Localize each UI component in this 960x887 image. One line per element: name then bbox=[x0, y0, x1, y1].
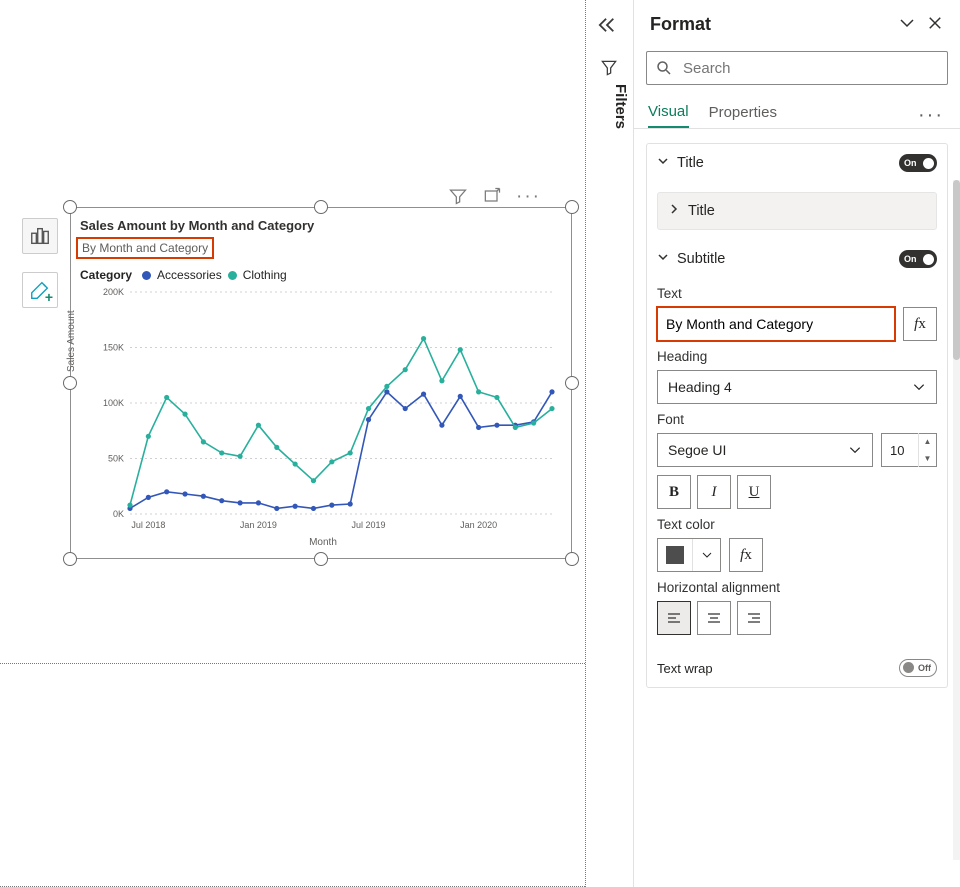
svg-text:Jul 2019: Jul 2019 bbox=[352, 520, 386, 530]
resize-handle[interactable] bbox=[314, 552, 328, 566]
line-chart-plot: 0K 50K 100K 150K 200K Jul 2018 Jan 2019 Jul 201… bbox=[84, 286, 562, 544]
svg-text:100K: 100K bbox=[103, 398, 124, 408]
heading-select[interactable]: Heading 4 bbox=[657, 370, 937, 404]
svg-text:Jan 2020: Jan 2020 bbox=[460, 520, 497, 530]
filters-label[interactable]: Filters bbox=[612, 84, 629, 129]
search-input[interactable] bbox=[681, 59, 939, 78]
search-icon bbox=[655, 59, 673, 77]
focus-mode-icon[interactable] bbox=[482, 186, 502, 209]
color-swatch bbox=[666, 546, 684, 564]
legend-swatch-accessories bbox=[142, 271, 151, 280]
chevron-down-icon bbox=[848, 443, 862, 457]
heading-field-label: Heading bbox=[657, 349, 937, 364]
funnel-icon[interactable] bbox=[599, 58, 619, 81]
x-axis-label: Month bbox=[309, 537, 337, 548]
title-inner-card: Title bbox=[657, 192, 937, 230]
report-canvas[interactable]: + ··· Sales Amount by Month and Category… bbox=[0, 0, 585, 887]
resize-handle[interactable] bbox=[565, 376, 579, 390]
text-color-select[interactable] bbox=[657, 538, 721, 572]
visual-mode-toolbar: + bbox=[22, 218, 60, 326]
svg-text:50K: 50K bbox=[108, 454, 124, 464]
divider bbox=[634, 128, 960, 129]
title-inner-header[interactable]: Title bbox=[658, 193, 936, 229]
text-color-label: Text color bbox=[657, 517, 937, 532]
decrement-icon[interactable]: ▼ bbox=[919, 450, 936, 467]
close-pane-icon[interactable] bbox=[926, 14, 944, 35]
chart-title: Sales Amount by Month and Category bbox=[80, 218, 314, 233]
svg-text:0K: 0K bbox=[113, 509, 124, 519]
resize-handle[interactable] bbox=[63, 376, 77, 390]
chart-legend: Category Accessories Clothing bbox=[80, 268, 287, 282]
visual-fields-button[interactable] bbox=[22, 218, 58, 254]
text-wrap-toggle[interactable]: Off bbox=[899, 659, 937, 677]
scrollbar-thumb[interactable] bbox=[953, 180, 960, 360]
alignment-label: Horizontal alignment bbox=[657, 580, 937, 595]
chart-subtitle-highlight: By Month and Category bbox=[76, 237, 214, 259]
legend-item-clothing: Clothing bbox=[243, 268, 287, 282]
subtitle-toggle[interactable]: On bbox=[899, 250, 937, 268]
filter-icon[interactable] bbox=[448, 186, 468, 209]
legend-title: Category bbox=[80, 268, 132, 282]
underline-button[interactable]: U bbox=[737, 475, 771, 509]
legend-swatch-clothing bbox=[228, 271, 237, 280]
chart-subtitle: By Month and Category bbox=[82, 241, 208, 255]
fx-button[interactable]: fx bbox=[729, 538, 763, 572]
resize-handle[interactable] bbox=[565, 200, 579, 214]
format-search-box[interactable] bbox=[646, 51, 948, 85]
font-size-input[interactable]: 10 ▲▼ bbox=[881, 433, 937, 467]
tab-properties[interactable]: Properties bbox=[709, 104, 777, 127]
chevron-right-icon bbox=[668, 203, 682, 219]
text-field-label: Text bbox=[657, 286, 937, 301]
tab-visual[interactable]: Visual bbox=[648, 103, 689, 128]
increment-icon[interactable]: ▲ bbox=[919, 433, 936, 450]
format-tabs: Visual Properties ··· bbox=[646, 103, 948, 128]
expand-pane-icon[interactable] bbox=[898, 14, 916, 35]
italic-button[interactable]: I bbox=[697, 475, 731, 509]
title-inner-label: Title bbox=[688, 203, 715, 219]
y-axis-label: Sales Amount bbox=[66, 310, 77, 372]
align-left-button[interactable] bbox=[657, 601, 691, 635]
fx-button[interactable]: fx bbox=[903, 307, 937, 341]
visual-format-button[interactable]: + bbox=[22, 272, 58, 308]
more-options-icon[interactable]: ··· bbox=[516, 186, 541, 209]
pane-title: Format bbox=[650, 14, 711, 35]
svg-text:150K: 150K bbox=[103, 343, 124, 353]
subtitle-text-input[interactable] bbox=[657, 307, 895, 341]
title-toggle[interactable]: On bbox=[899, 154, 937, 172]
title-card: Title On Title Subtitle bbox=[646, 143, 948, 688]
legend-item-accessories: Accessories bbox=[157, 268, 222, 282]
resize-handle[interactable] bbox=[314, 200, 328, 214]
resize-handle[interactable] bbox=[63, 200, 77, 214]
svg-text:Jan 2019: Jan 2019 bbox=[240, 520, 277, 530]
resize-handle[interactable] bbox=[63, 552, 77, 566]
title-card-label: Title bbox=[677, 155, 704, 171]
svg-text:Jul 2018: Jul 2018 bbox=[131, 520, 165, 530]
align-center-button[interactable] bbox=[697, 601, 731, 635]
format-pane: Format Visual Properties ··· Title On bbox=[633, 0, 960, 887]
tabs-more-icon[interactable]: ··· bbox=[918, 104, 948, 127]
font-field-label: Font bbox=[657, 412, 937, 427]
title-card-header[interactable]: Title On bbox=[647, 144, 947, 182]
chevron-down-icon bbox=[657, 155, 671, 171]
font-family-select[interactable]: Segoe UI bbox=[657, 433, 873, 467]
align-right-button[interactable] bbox=[737, 601, 771, 635]
subtitle-header[interactable]: Subtitle On bbox=[657, 240, 937, 278]
collapse-chevrons-icon[interactable] bbox=[596, 16, 618, 40]
text-wrap-label: Text wrap bbox=[657, 661, 713, 676]
svg-text:200K: 200K bbox=[103, 287, 124, 297]
chevron-down-icon bbox=[657, 251, 671, 267]
bold-button[interactable]: B bbox=[657, 475, 691, 509]
chevron-down-icon[interactable] bbox=[692, 539, 720, 571]
canvas-splitter[interactable] bbox=[0, 663, 585, 664]
resize-handle[interactable] bbox=[565, 552, 579, 566]
filters-pane-collapsed: Filters bbox=[585, 0, 633, 887]
chevron-down-icon bbox=[912, 380, 926, 394]
subtitle-label: Subtitle bbox=[677, 251, 725, 267]
